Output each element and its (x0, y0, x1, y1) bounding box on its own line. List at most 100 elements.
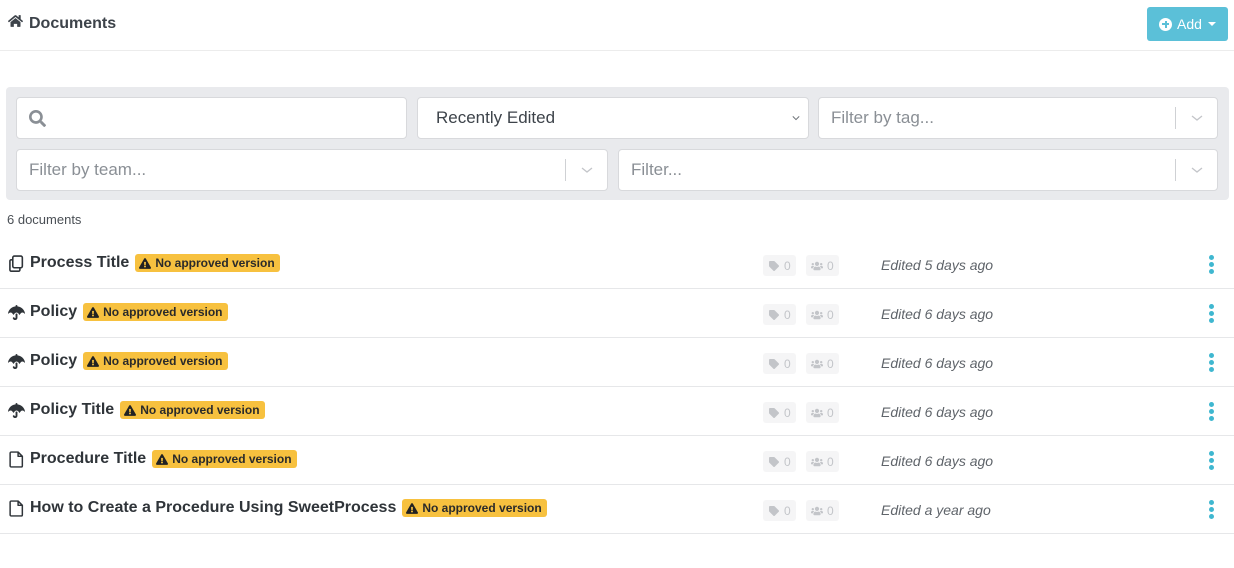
add-button[interactable]: Add (1147, 7, 1228, 41)
dot (1208, 317, 1214, 323)
team-count: 0 (806, 451, 839, 472)
search-field[interactable] (16, 97, 407, 139)
dot (1208, 415, 1214, 421)
dot (1208, 457, 1214, 463)
more-options-button[interactable] (1204, 351, 1218, 373)
chevron-down-icon[interactable] (581, 165, 593, 175)
tag-count: 0 (763, 402, 796, 423)
tag-icon (768, 456, 780, 467)
users-icon (811, 408, 823, 417)
tag-icon (768, 407, 780, 418)
dot (1208, 506, 1214, 512)
dot (1208, 268, 1214, 274)
warning-icon (139, 257, 152, 269)
edited-timestamp: Edited 6 days ago (881, 404, 994, 420)
team-filter-placeholder: Filter by team... (29, 160, 147, 179)
edited-timestamp: Edited 5 days ago (881, 257, 994, 273)
more-options-button[interactable] (1204, 302, 1218, 324)
status-badge: No approved version (83, 303, 228, 321)
tag-count: 0 (763, 304, 796, 325)
document-row[interactable]: Policy Title No approved version 0 0 Edi… (0, 387, 1234, 436)
status-badge-text: No approved version (103, 354, 223, 368)
document-list: Process Title No approved version 0 0 Ed… (0, 240, 1234, 534)
team-count: 0 (806, 255, 839, 276)
tag-icon (768, 505, 780, 516)
team-count: 0 (806, 304, 839, 325)
copy-icon (8, 254, 25, 272)
status-badge: No approved version (83, 352, 228, 370)
document-row[interactable]: Policy No approved version 0 0 Edited 6 … (0, 338, 1234, 387)
dot (1208, 254, 1214, 260)
users-icon (811, 506, 823, 515)
page-header: Documents Add (0, 0, 1234, 51)
more-options-button[interactable] (1204, 400, 1218, 422)
status-badge-text: No approved version (422, 501, 542, 515)
document-row[interactable]: Process Title No approved version 0 0 Ed… (0, 240, 1234, 289)
plus-circle-icon (1159, 17, 1173, 31)
page-title: Documents (7, 14, 117, 33)
dot (1208, 310, 1214, 316)
dot (1208, 450, 1214, 456)
document-title[interactable]: Process Title (30, 254, 129, 272)
divider (565, 159, 566, 181)
chevron-down-icon (792, 116, 800, 121)
status-badge-text: No approved version (172, 452, 292, 466)
dot (1208, 366, 1214, 372)
dot (1208, 359, 1214, 365)
chevron-down-icon[interactable] (1191, 113, 1203, 123)
page-title-text: Documents (29, 14, 117, 32)
caret-down-icon (1207, 22, 1216, 26)
tag-icon (768, 309, 780, 320)
status-badge: No approved version (135, 254, 280, 272)
tag-filter[interactable]: Filter by tag... (818, 97, 1218, 139)
edited-timestamp: Edited 6 days ago (881, 453, 994, 469)
more-options-button[interactable] (1204, 253, 1218, 275)
warning-icon (87, 355, 100, 367)
document-row[interactable]: Procedure Title No approved version 0 0 … (0, 436, 1234, 485)
document-row[interactable]: Policy No approved version 0 0 Edited 6 … (0, 289, 1234, 338)
chevron-down-icon[interactable] (1191, 165, 1203, 175)
dot (1208, 401, 1214, 407)
status-badge-text: No approved version (103, 305, 223, 319)
document-title-group: Procedure Title No approved version (8, 450, 297, 468)
warning-icon (406, 502, 419, 514)
edited-timestamp: Edited a year ago (881, 502, 991, 518)
sort-select-value: Recently Edited (436, 108, 556, 127)
generic-filter-placeholder: Filter... (631, 160, 683, 179)
divider (1175, 159, 1176, 181)
document-title[interactable]: Policy (30, 352, 77, 370)
document-title-group: Policy Title No approved version (8, 401, 265, 419)
document-title[interactable]: Procedure Title (30, 450, 146, 468)
document-title-group: How to Create a Procedure Using SweetPro… (8, 499, 547, 517)
umbrella-icon (8, 402, 25, 419)
generic-filter[interactable]: Filter... (618, 149, 1218, 191)
document-row[interactable]: How to Create a Procedure Using SweetPro… (0, 485, 1234, 534)
search-input[interactable] (17, 98, 406, 138)
more-options-button[interactable] (1204, 498, 1218, 520)
warning-icon (87, 306, 100, 318)
document-title[interactable]: Policy Title (30, 401, 114, 419)
team-count: 0 (806, 500, 839, 521)
document-title[interactable]: How to Create a Procedure Using SweetPro… (30, 499, 396, 517)
status-badge-text: No approved version (140, 403, 260, 417)
document-count: 6 documents (7, 212, 82, 227)
team-count: 0 (806, 402, 839, 423)
document-title[interactable]: Policy (30, 303, 77, 321)
dot (1208, 303, 1214, 309)
edited-timestamp: Edited 6 days ago (881, 355, 994, 371)
file-icon (8, 499, 25, 517)
more-options-button[interactable] (1204, 449, 1218, 471)
document-title-group: Policy No approved version (8, 303, 228, 321)
home-icon (7, 14, 23, 33)
dot (1208, 408, 1214, 414)
document-title-group: Process Title No approved version (8, 254, 280, 272)
status-badge: No approved version (120, 401, 265, 419)
tag-filter-placeholder: Filter by tag... (831, 108, 934, 127)
sort-select[interactable]: Recently Edited (417, 97, 809, 139)
tag-count: 0 (763, 353, 796, 374)
team-filter[interactable]: Filter by team... (16, 149, 608, 191)
status-badge: No approved version (402, 499, 547, 517)
users-icon (811, 261, 823, 270)
dot (1208, 513, 1214, 519)
tag-icon (768, 358, 780, 369)
